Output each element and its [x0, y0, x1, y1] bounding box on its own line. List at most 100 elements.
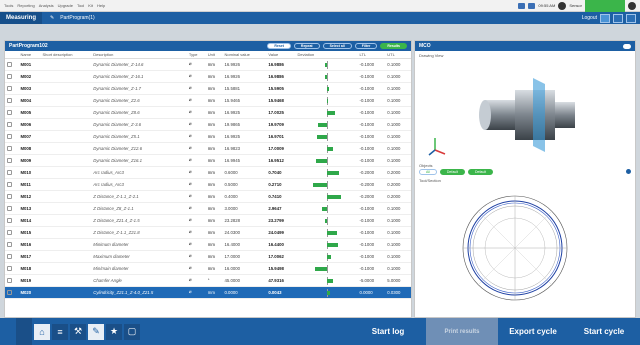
table-row[interactable]: M009 Dynamic Diameter_Z16.1 ⌀ mm 16.9945 16.9… — [5, 154, 411, 167]
column-header[interactable]: Deviation — [295, 51, 358, 59]
table-row[interactable]: M020 Cylindricity_Z21.1_Z-4.0_Z21.5 ⌀ mm 0.0… — [5, 286, 411, 299]
settings-icon[interactable] — [628, 1, 636, 10]
table-row[interactable]: M007 Dynamic Diameter_Z5.1 ⌀ mm 16.9925 16.97… — [5, 130, 411, 143]
table-row[interactable]: M018 Min/main diameter ⌀ mm 16.0000 15.9498 -0… — [5, 262, 411, 275]
collapse-toggle[interactable] — [623, 43, 631, 49]
column-header[interactable]: Nominal value — [222, 51, 267, 59]
row-checkbox[interactable] — [7, 205, 12, 211]
row-nominal: 15.5881 — [222, 82, 267, 95]
column-header[interactable]: Description — [91, 51, 187, 59]
table-row[interactable]: M016 Minimum diameter ⌀ mm 16.4000 16.4400 -0.… — [5, 238, 411, 251]
row-checkbox[interactable] — [7, 277, 12, 283]
row-checkbox[interactable] — [7, 157, 12, 163]
tools-icon[interactable]: ⚒ — [70, 323, 86, 340]
table-row[interactable]: M012 Z Distance_Z-1.1_Z-2.1 ⌀ mm 0.4000 0.741… — [5, 190, 411, 203]
row-short-desc — [40, 118, 92, 131]
table-row[interactable]: M014 Z Distance_Z21.4_Z-1.5 ⌀ mm 23.2828 23.2… — [5, 214, 411, 227]
camera-icon[interactable] — [518, 2, 526, 9]
logout-link[interactable]: Logout — [582, 15, 597, 21]
row-checkbox[interactable] — [7, 217, 12, 223]
row-checkbox[interactable] — [7, 133, 12, 139]
row-checkbox[interactable] — [7, 121, 12, 127]
row-checkbox[interactable] — [7, 169, 12, 175]
column-header[interactable]: UTL — [385, 51, 411, 59]
row-checkbox[interactable] — [7, 229, 12, 235]
row-checkbox[interactable] — [7, 241, 12, 247]
row-checkbox[interactable] — [7, 85, 12, 91]
star-icon[interactable]: ★ — [106, 323, 122, 340]
table-row[interactable]: M011 Arc radius_Arc3 ⌀ mm 0.5000 0.2710 -0.200… — [5, 178, 411, 191]
column-header[interactable]: Short description — [40, 51, 92, 59]
row-nominal: 16.9925 — [222, 130, 267, 143]
view-full-icon[interactable] — [626, 13, 636, 23]
start-log-button[interactable]: Start log — [350, 318, 426, 345]
column-header[interactable]: Unit — [205, 51, 223, 59]
filter-chip[interactable]: Select all — [322, 43, 352, 49]
table-row[interactable]: M002 Dynamic Diameter_Z-16.1 ⌀ mm 16.9926 16.… — [5, 70, 411, 83]
row-checkbox[interactable] — [7, 97, 12, 103]
list-icon[interactable]: ≡ — [52, 323, 68, 340]
view-single-icon[interactable] — [600, 13, 610, 23]
table-row[interactable]: M004 Dynamic Diameter_Z2.6 ⌀ mm 15.9465 15.94… — [5, 94, 411, 107]
results-panel: PartProgram102 Reset Repeat Select all Filt… — [4, 40, 412, 318]
file-icon[interactable]: ▢ — [124, 323, 140, 340]
attach-icon[interactable]: ✎ — [88, 323, 104, 340]
row-checkbox[interactable] — [7, 181, 12, 187]
filter-chip[interactable]: Results — [380, 43, 407, 49]
row-ltl: -0.1000 — [357, 214, 386, 227]
row-checkbox[interactable] — [7, 61, 12, 67]
menu-item[interactable]: Tools — [4, 3, 13, 8]
menu-item[interactable]: Analysis — [39, 3, 54, 8]
column-header[interactable]: Type — [186, 51, 206, 59]
scroll-dot[interactable] — [626, 169, 631, 174]
home-icon[interactable]: ⌂ — [34, 323, 50, 340]
object-chip[interactable]: Default — [439, 169, 465, 175]
table-row[interactable]: M008 Dynamic Diameter_Z12.6 ⌀ mm 16.9823 17.0… — [5, 142, 411, 155]
row-checkbox-cell — [5, 70, 19, 83]
menu-item[interactable]: Help — [97, 3, 105, 8]
row-short-desc — [40, 166, 92, 179]
export-cycle-button[interactable]: Export cycle — [498, 318, 568, 345]
print-icon[interactable] — [528, 2, 536, 9]
row-checkbox[interactable] — [7, 289, 12, 295]
object-chip[interactable]: Default — [467, 169, 494, 175]
table-row[interactable]: M017 Maximum diameter ⌀ mm 17.0000 17.0062 -0.… — [5, 250, 411, 263]
table-row[interactable]: M003 Dynamic Diameter_Z-1.7 ⌀ mm 15.5881 15.5… — [5, 82, 411, 95]
column-header[interactable]: Value — [266, 51, 296, 59]
tab-measuring[interactable]: Measuring — [0, 12, 43, 24]
table-row[interactable]: M006 Dynamic Diameter_Z-3.6 ⌀ mm 19.9865 19.9… — [5, 118, 411, 131]
diameter-icon: ⌀ — [186, 142, 206, 155]
table-row[interactable]: M010 Arc radius_Arc3 ⌀ mm 0.6000 0.7040 -0.200… — [5, 166, 411, 179]
view-split-icon[interactable] — [613, 13, 623, 23]
row-checkbox[interactable] — [7, 145, 12, 151]
object-chip[interactable]: All — [419, 169, 437, 175]
table-row[interactable]: M015 Z Distance_Z-1.1_Z21.8 ⌀ mm 24.0300 24.0… — [5, 226, 411, 239]
row-utl: 0.1000 — [385, 106, 411, 119]
start-cycle-button[interactable]: Start cycle — [568, 318, 640, 345]
row-deviation — [295, 118, 358, 131]
spacer — [16, 318, 32, 345]
row-checkbox[interactable] — [7, 265, 12, 271]
table-row[interactable]: M013 Z Distance_Z8_Z-1.1 ⌀ mm 3.0000 2.9647 -0… — [5, 202, 411, 215]
menu-item[interactable]: Reporting — [17, 3, 34, 8]
edit-icon[interactable]: ✎ — [50, 15, 54, 21]
table-row[interactable]: M001 Dynamic Diameter_Z-14.6 ⌀ mm 16.9926 16.… — [5, 58, 411, 71]
menu-item[interactable]: Tool — [77, 3, 84, 8]
row-checkbox-cell — [5, 238, 19, 251]
filter-chip[interactable]: Reset — [267, 43, 291, 49]
column-header[interactable]: LTL — [357, 51, 386, 59]
filter-chip[interactable]: Filter — [354, 43, 378, 49]
menu-item[interactable]: Upgrade — [58, 3, 73, 8]
row-checkbox[interactable] — [7, 109, 12, 115]
row-checkbox[interactable] — [7, 253, 12, 259]
table-row[interactable]: M019 Chamfer Angle ⌀ ° 45.0000 47.9316 -5.0000… — [5, 274, 411, 287]
filter-chip[interactable]: Repeat — [293, 43, 320, 49]
column-header[interactable]: Name — [18, 51, 41, 59]
menu-item[interactable]: Kit — [88, 3, 93, 8]
part-3d-view[interactable] — [415, 60, 637, 160]
row-unit: mm — [205, 214, 223, 227]
row-checkbox[interactable] — [7, 193, 12, 199]
row-checkbox[interactable] — [7, 73, 12, 79]
table-row[interactable]: M005 Dynamic Diameter_Z8.6 ⌀ mm 16.9925 17.00… — [5, 106, 411, 119]
print-results-button[interactable]: Print results — [426, 318, 498, 345]
